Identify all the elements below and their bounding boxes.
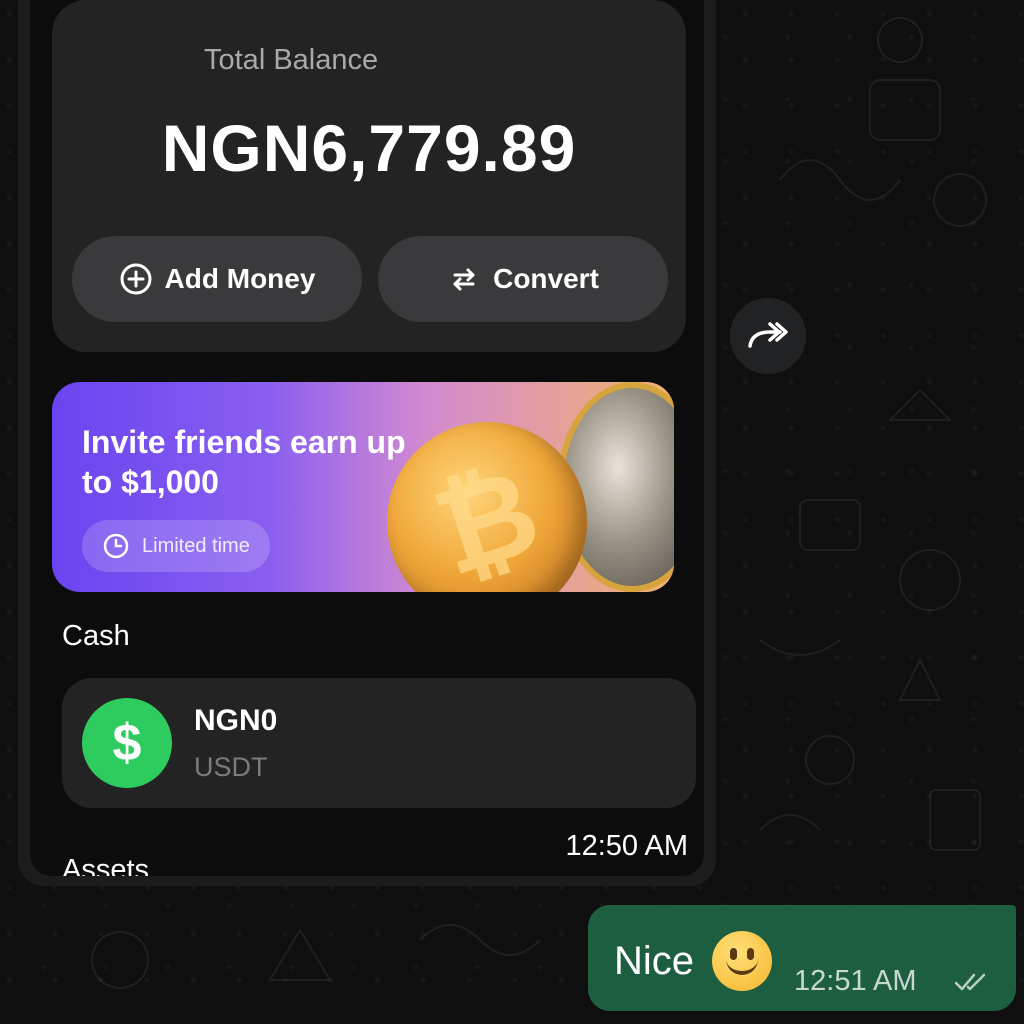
- double-check-icon: [954, 973, 986, 991]
- referral-promo-banner[interactable]: ₿ Invite friends earn up to $1,000 Limit…: [52, 382, 674, 592]
- bitcoin-coin-illustration: ₿: [387, 422, 587, 592]
- clock-icon: [103, 533, 129, 559]
- cash-currency: USDT: [194, 752, 268, 782]
- outgoing-message-bubble[interactable]: Nice 12:51 AM: [588, 905, 1016, 1011]
- cash-list-item[interactable]: $ NGN0 USDT: [62, 678, 696, 808]
- cash-section-title: Cash: [62, 620, 130, 652]
- assets-section-title: Assets: [62, 854, 150, 876]
- cash-amount: NGN0: [194, 704, 278, 737]
- message-timestamp: 12:51 AM: [794, 965, 917, 997]
- dollar-icon: $: [82, 698, 172, 788]
- convert-label: Convert: [493, 263, 599, 294]
- balance-card: Total Balance NGN6,779.89 Add Money Conv…: [52, 0, 686, 352]
- limited-time-badge: Limited time: [82, 520, 270, 572]
- message-text: Nice: [614, 938, 695, 983]
- message-content: Nice: [614, 931, 773, 991]
- forward-button[interactable]: [730, 298, 806, 374]
- wallet-screenshot[interactable]: Total Balance NGN6,779.89 Add Money Conv…: [30, 0, 704, 876]
- promo-title: Invite friends earn up to $1,000: [82, 424, 406, 500]
- smiling-face-emoji-icon: [712, 931, 773, 991]
- swap-arrows-icon: [453, 268, 475, 291]
- image-message-timestamp: 12:50 AM: [565, 830, 688, 862]
- convert-button[interactable]: Convert: [378, 236, 668, 322]
- forward-icon: [748, 322, 788, 348]
- plus-circle-icon: [120, 263, 152, 295]
- add-money-button[interactable]: Add Money: [72, 236, 362, 322]
- total-balance-value: NGN6,779.89: [161, 111, 577, 185]
- forwarded-image-message[interactable]: Total Balance NGN6,779.89 Add Money Conv…: [18, 0, 716, 886]
- add-money-label: Add Money: [164, 263, 316, 294]
- limited-time-label: Limited time: [142, 534, 250, 557]
- total-balance-label: Total Balance: [204, 44, 379, 76]
